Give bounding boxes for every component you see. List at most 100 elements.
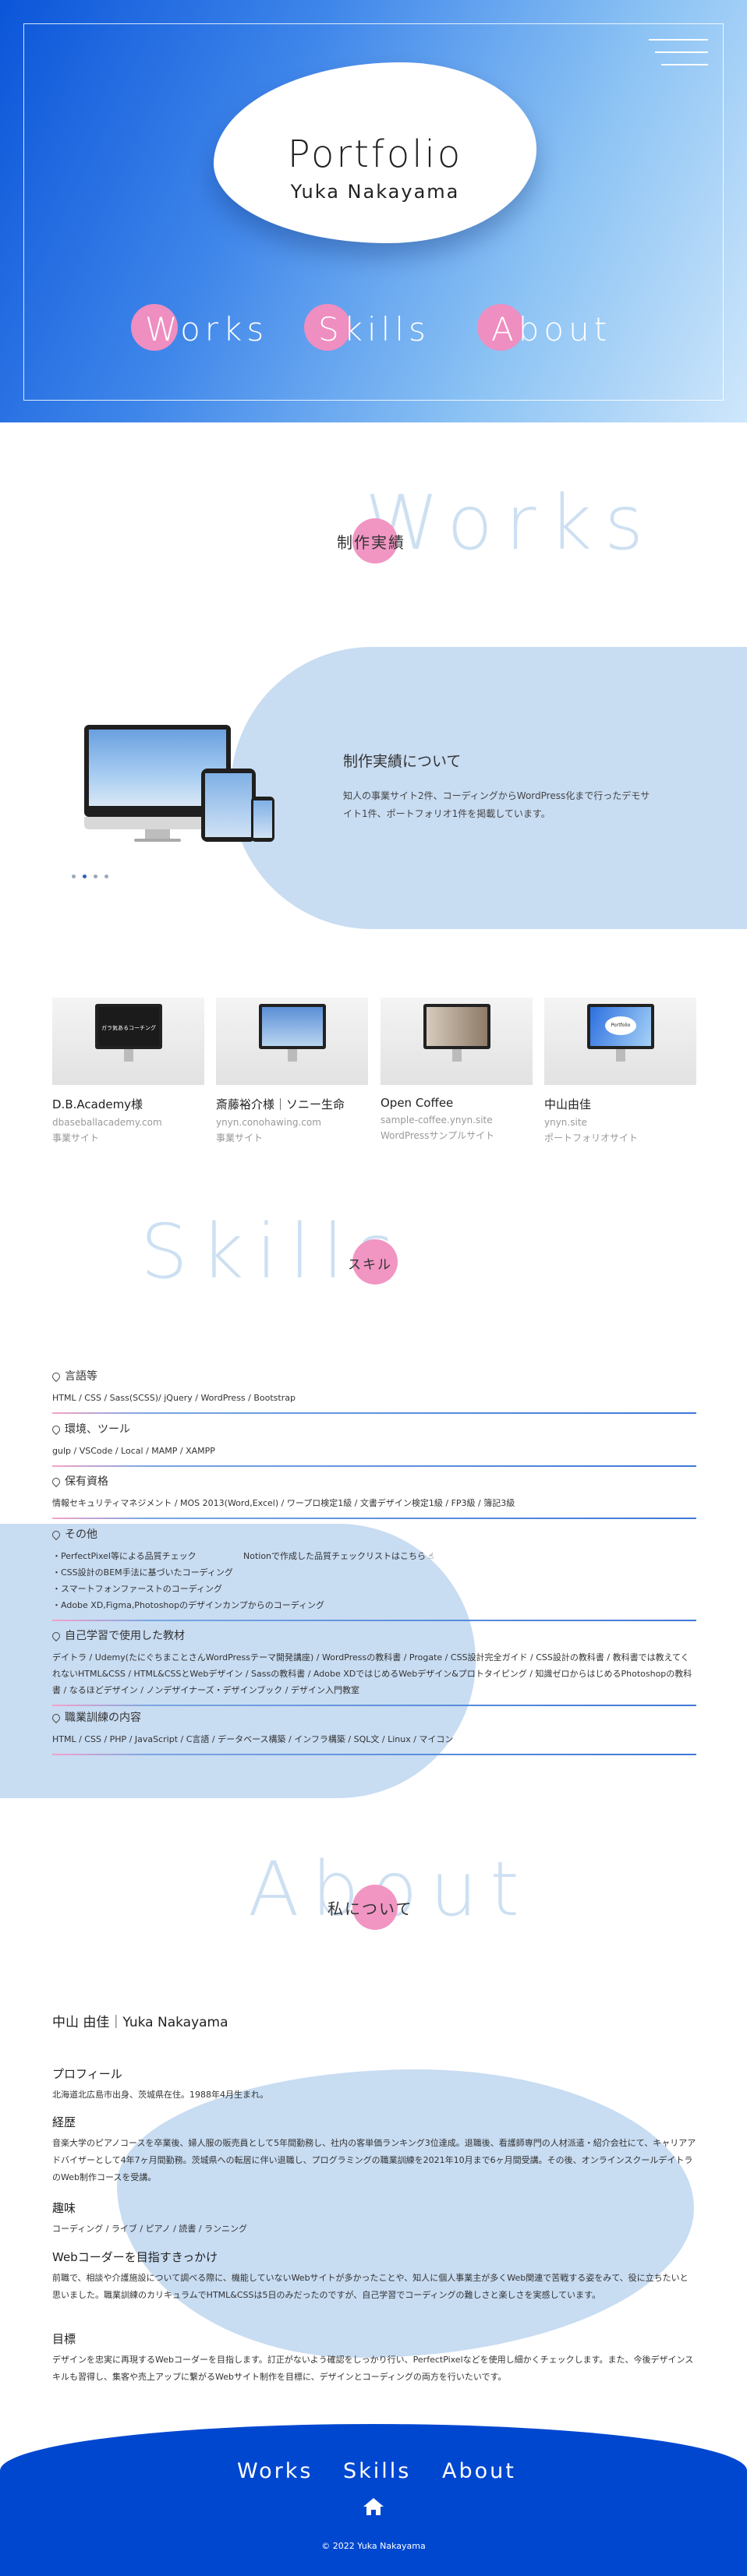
skill-title: その他 <box>65 1528 97 1541</box>
work-card-title: 斎藤裕介様｜ソニー生命 <box>216 1097 345 1111</box>
hero-section: Portfolio Yuka Nakayama Works Skills Abo… <box>0 0 747 422</box>
hero-nav-about[interactable]: About <box>477 299 611 354</box>
skill-divider <box>52 1412 696 1414</box>
work-thumbnail: Portfolio <box>544 998 696 1085</box>
skill-body: HTML / CSS / Sass(SCSS)/ jQuery / WordPr… <box>52 1393 296 1403</box>
work-card-url: sample-coffee.ynyn.site <box>381 1115 493 1125</box>
about-section: 目標 デザインを忠実に再現するWebコーダーを目指します。訂正がないよう確認をし… <box>52 2330 696 2386</box>
skill-body: デイトラ / Udemy(たにぐちまことさんWordPressテーマ開発講座) … <box>52 1652 692 1695</box>
skill-title: 職業訓練の内容 <box>65 1712 141 1724</box>
skill-line-item: ・スマートフォンファーストのコーディング <box>52 1584 223 1594</box>
about-section: Webコーダーを目指すきっかけ 前職で、相談や介護施設について調べる際に、機能し… <box>52 2249 696 2304</box>
skill-body: ・PerfectPixel等による品質チェック ・CSS設計のBEM手法に基づい… <box>52 1548 696 1613</box>
about-name: 中山 由佳｜Yuka Nakayama <box>52 2015 228 2030</box>
card-screen-text: ガラ気あるコーチング <box>101 1025 156 1031</box>
skill-item: その他 ・PerfectPixel等による品質チェック ・CSS設計のBEM手法… <box>50 1526 696 1621</box>
footer-nav-about[interactable]: About <box>442 2459 516 2483</box>
work-thumbnail <box>216 998 368 1085</box>
slider-dot[interactable] <box>72 875 76 878</box>
slider-dot[interactable] <box>94 875 97 878</box>
pin-icon <box>50 1630 62 1642</box>
about-section-body: デザインを忠実に再現するWebコーダーを目指します。訂正がないよう確認をしっかり… <box>52 2355 694 2382</box>
about-section-title: プロフィール <box>52 2067 122 2081</box>
work-card-title: Open Coffee <box>381 1096 454 1110</box>
about-section-body: コーディング / ライブ / ピアノ / 読書 / ランニング <box>52 2224 248 2234</box>
work-card[interactable]: 斎藤裕介様｜ソニー生命 ynyn.conohawing.com 事業サイト <box>216 998 368 1144</box>
skill-item: 保有資格 情報セキュリティマネジメント / MOS 2013(Word,Exce… <box>50 1473 696 1519</box>
skill-item: 言語等 HTML / CSS / Sass(SCSS)/ jQuery / Wo… <box>50 1368 696 1414</box>
about-section-title: 経歴 <box>52 2115 76 2129</box>
skill-divider <box>52 1465 696 1467</box>
work-thumbnail <box>381 998 533 1085</box>
feature-description: 知人の事業サイト2件、コーディングからWordPress化まで行ったデモサイト1… <box>343 790 650 819</box>
skill-divider <box>52 1705 696 1706</box>
work-card-type: 事業サイト <box>52 1133 100 1143</box>
hero-nav-works-label: Works <box>145 310 269 348</box>
about-section: 趣味 コーディング / ライブ / ピアノ / 読書 / ランニング <box>52 2200 696 2238</box>
skill-divider <box>52 1620 696 1621</box>
hero-nav-works[interactable]: Works <box>131 299 268 354</box>
hero-title: Portfolio <box>287 133 463 176</box>
footer-nav-works[interactable]: Works <box>237 2459 313 2483</box>
card-screen-text: Portfolio <box>611 1023 631 1028</box>
work-card-url: ynyn.site <box>544 1117 587 1128</box>
device-mockup-image <box>84 725 279 850</box>
hero-subtitle: Yuka Nakayama <box>290 181 460 203</box>
hero-nav-about-label: About <box>491 310 612 348</box>
skill-body: HTML / CSS / PHP / JavaScript / C言語 / デー… <box>52 1734 454 1744</box>
about-section-body: 音楽大学のピアノコースを卒業後、婦人服の販売員として5年間勤務し、社内の客単価ラ… <box>52 2138 696 2182</box>
skill-item: 職業訓練の内容 HTML / CSS / PHP / JavaScript / … <box>50 1709 696 1755</box>
footer-nav-skills[interactable]: Skills <box>343 2459 411 2483</box>
work-thumbnail: ガラ気あるコーチング <box>52 998 204 1085</box>
skill-line-item: ・CSS設計のBEM手法に基づいたコーディング <box>52 1567 233 1578</box>
skill-title: 言語等 <box>65 1370 97 1383</box>
skill-divider <box>52 1754 696 1755</box>
skills-heading-jp: スキル <box>348 1257 392 1273</box>
work-card-type: 事業サイト <box>216 1133 264 1143</box>
work-card[interactable]: Portfolio 中山由佳 ynyn.site ポートフォリオサイト <box>544 998 696 1144</box>
about-section-body: 前職で、相談や介護施設について調べる際に、機能していないWebサイトが多かったこ… <box>52 2273 689 2300</box>
about-section-body: 北海道北広島市出身、茨城県在住。1988年4月生まれ。 <box>52 2090 269 2100</box>
slider-dot-active[interactable] <box>83 875 87 878</box>
skill-title: 自己学習で使用した教材 <box>65 1630 185 1642</box>
pin-icon <box>50 1712 62 1724</box>
skill-line-item: ・Adobe XD,Figma,Photoshopのデザインカンプからのコーディ… <box>52 1600 325 1610</box>
about-section-title: Webコーダーを目指すきっかけ <box>52 2250 218 2264</box>
hamburger-icon[interactable] <box>649 36 708 75</box>
skill-title: 保有資格 <box>65 1475 108 1488</box>
about-section-title: 趣味 <box>52 2201 76 2215</box>
works-heading-en: Works <box>365 479 657 567</box>
home-icon[interactable] <box>362 2496 385 2517</box>
hero-nav-skills-label: Skills <box>318 310 430 348</box>
skill-body: 情報セキュリティマネジメント / MOS 2013(Word,Excel) / … <box>52 1498 515 1508</box>
hero-nav-skills[interactable]: Skills <box>304 299 430 354</box>
work-card-title: D.B.Academy様 <box>52 1097 143 1111</box>
pin-icon <box>50 1423 62 1436</box>
work-card-type: WordPressサンプルサイト <box>381 1130 495 1141</box>
pointer-icon: ☝ <box>428 1551 434 1561</box>
copyright: © 2022 Yuka Nakayama <box>321 2541 426 2551</box>
skill-title: 環境、ツール <box>65 1423 130 1436</box>
pin-icon <box>50 1475 62 1488</box>
pin-icon <box>50 1370 62 1383</box>
notion-checklist-link[interactable]: Notionで作成した品質チェックリストはこちら ☝ <box>243 1548 434 1564</box>
work-card[interactable]: ガラ気あるコーチング D.B.Academy様 dbaseballacademy… <box>52 998 204 1144</box>
feature-title: 制作実績について <box>343 753 462 770</box>
work-card-url: dbaseballacademy.com <box>52 1117 162 1128</box>
skill-item: 環境、ツール gulp / VSCode / Local / MAMP / XA… <box>50 1421 696 1467</box>
notion-checklist-link-label: Notionで作成した品質チェックリストはこちら <box>243 1551 427 1561</box>
work-card-url: ynyn.conohawing.com <box>216 1117 321 1128</box>
about-section: 経歴 音楽大学のピアノコースを卒業後、婦人服の販売員として5年間勤務し、社内の客… <box>52 2114 696 2186</box>
about-section: プロフィール 北海道北広島市出身、茨城県在住。1988年4月生まれ。 <box>52 2065 696 2104</box>
skill-divider <box>52 1518 696 1519</box>
work-card[interactable]: Open Coffee sample-coffee.ynyn.site Word… <box>381 998 533 1142</box>
works-heading-jp: 制作実績 <box>337 533 405 552</box>
slider-dot[interactable] <box>104 875 108 878</box>
pin-icon <box>50 1528 62 1541</box>
skill-item: 自己学習で使用した教材 デイトラ / Udemy(たにぐちまことさんWordPr… <box>50 1627 696 1706</box>
work-card-type: ポートフォリオサイト <box>544 1133 639 1143</box>
about-heading-jp: 私について <box>327 1899 413 1918</box>
about-section-title: 目標 <box>52 2332 76 2346</box>
skill-body: gulp / VSCode / Local / MAMP / XAMPP <box>52 1446 215 1456</box>
work-card-title: 中山由佳 <box>544 1097 592 1111</box>
